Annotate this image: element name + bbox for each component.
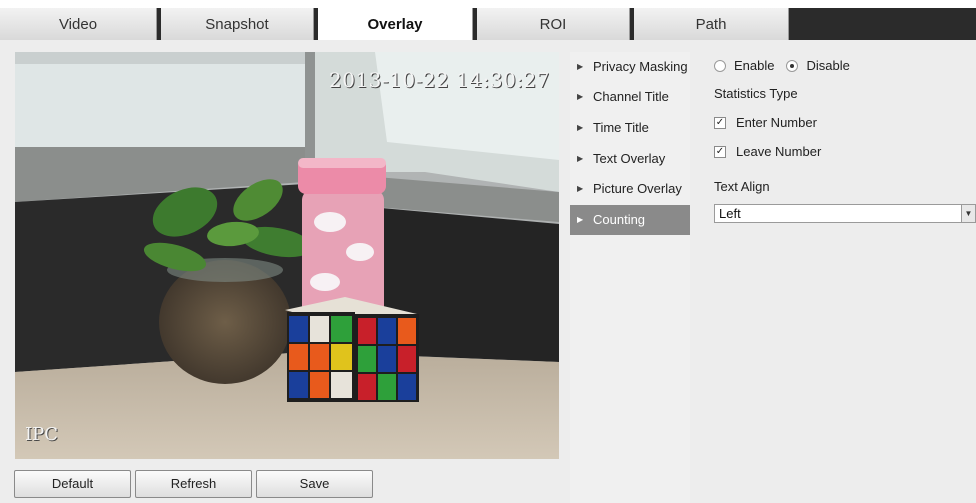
disable-radio[interactable] xyxy=(786,59,799,72)
menu-item-text-overlay[interactable]: ▶ Text Overlay xyxy=(570,144,690,174)
menu-item-counting[interactable]: ▶ Counting xyxy=(570,205,690,235)
caret-right-icon: ▶ xyxy=(577,184,584,193)
enter-number-label: Enter Number xyxy=(736,115,817,130)
save-button[interactable]: Save xyxy=(256,470,373,498)
menu-item-privacy-masking[interactable]: ▶ Privacy Masking xyxy=(570,52,690,82)
menu-item-channel-title[interactable]: ▶ Channel Title xyxy=(570,82,690,112)
tab-overlay[interactable]: Overlay xyxy=(318,8,473,40)
refresh-button[interactable]: Refresh xyxy=(135,470,252,498)
tab-path[interactable]: Path xyxy=(634,8,789,40)
disable-label: Disable xyxy=(806,58,850,73)
enter-number-option: ✓ Enter Number xyxy=(714,115,817,130)
counting-settings: Enable Disable Statistics Type ✓ Enter N… xyxy=(700,52,976,503)
video-scene xyxy=(15,52,559,459)
overlay-menu: ▶ Privacy Masking ▶ Channel Title ▶ Time… xyxy=(570,52,690,503)
leave-number-label: Leave Number xyxy=(736,144,822,159)
caret-right-icon: ▶ xyxy=(577,123,584,132)
text-align-label: Text Align xyxy=(714,179,770,194)
tab-bar: Video Snapshot Overlay ROI Path xyxy=(0,8,976,40)
leave-number-checkbox[interactable]: ✓ xyxy=(714,145,726,158)
enable-label: Enable xyxy=(734,58,775,73)
menu-item-label: Text Overlay xyxy=(593,151,666,166)
enable-radio[interactable] xyxy=(714,59,726,72)
tab-video[interactable]: Video xyxy=(0,8,157,40)
text-align-select[interactable]: Left ▼ xyxy=(714,204,976,223)
menu-item-label: Time Title xyxy=(593,120,649,135)
video-preview xyxy=(15,52,559,459)
osd-channel-title: IPC xyxy=(25,424,58,445)
leave-number-option: ✓ Leave Number xyxy=(714,144,821,159)
menu-item-label: Counting xyxy=(593,212,646,227)
osd-timestamp: 2013-10-22 14:30:27 xyxy=(329,68,550,92)
menu-item-time-title[interactable]: ▶ Time Title xyxy=(570,113,690,143)
caret-right-icon: ▶ xyxy=(577,215,584,224)
statistics-type-label: Statistics Type xyxy=(714,86,798,101)
menu-item-label: Picture Overlay xyxy=(593,181,682,196)
caret-right-icon: ▶ xyxy=(577,154,584,163)
caret-right-icon: ▶ xyxy=(577,62,584,71)
default-button[interactable]: Default xyxy=(14,470,131,498)
tab-snapshot[interactable]: Snapshot xyxy=(161,8,314,40)
enter-number-checkbox[interactable]: ✓ xyxy=(714,116,726,129)
chevron-down-icon[interactable]: ▼ xyxy=(961,205,975,222)
caret-right-icon: ▶ xyxy=(577,92,584,101)
menu-item-label: Channel Title xyxy=(593,89,669,104)
enable-radio-group: Enable Disable xyxy=(714,58,850,73)
text-align-value: Left xyxy=(719,206,741,221)
menu-item-picture-overlay[interactable]: ▶ Picture Overlay xyxy=(570,174,690,204)
tab-roi[interactable]: ROI xyxy=(477,8,630,40)
menu-item-label: Privacy Masking xyxy=(593,59,688,74)
